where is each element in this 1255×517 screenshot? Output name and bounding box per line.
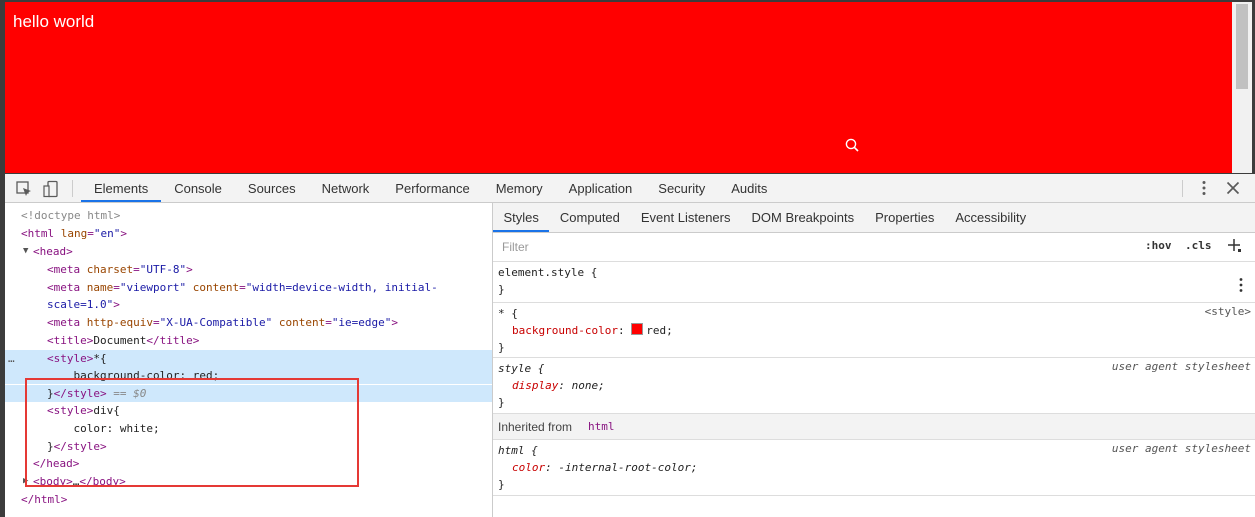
dom-gutter-ellipsis[interactable]: … xyxy=(8,350,15,367)
device-toolbar-icon[interactable] xyxy=(43,180,61,198)
inherited-node-link[interactable]: html xyxy=(588,414,615,440)
styles-subtabs: Styles Computed Event Listeners DOM Brea… xyxy=(493,203,1255,233)
tab-performance[interactable]: Performance xyxy=(382,174,482,202)
subtab-properties[interactable]: Properties xyxy=(865,203,945,232)
tab-audits[interactable]: Audits xyxy=(718,174,780,202)
hov-toggle[interactable]: :hov xyxy=(1145,239,1172,252)
devtools-tabs: Elements Console Sources Network Perform… xyxy=(81,174,780,203)
elements-dom-tree: <!doctype html> <html lang="en"> ▼ <head… xyxy=(5,203,493,517)
tab-sources[interactable]: Sources xyxy=(235,174,309,202)
rule-source-link[interactable]: <style> xyxy=(1205,305,1251,318)
page-hello-text: hello world xyxy=(13,12,95,31)
rule-selector[interactable]: style { xyxy=(498,360,544,377)
devtools-tabbar: Elements Console Sources Network Perform… xyxy=(5,174,1255,203)
inspect-element-icon[interactable] xyxy=(15,180,33,198)
styles-filter-input[interactable] xyxy=(496,236,1143,257)
dom-node-title[interactable]: <title>Document</title> xyxy=(5,332,492,349)
rule-source-ua: user agent stylesheet xyxy=(1111,442,1251,455)
page-scrollbar-thumb[interactable] xyxy=(1236,4,1248,89)
rule-kebab-icon[interactable] xyxy=(1239,277,1243,293)
kebab-menu-icon[interactable] xyxy=(1195,179,1213,197)
dom-node-doctype[interactable]: <!doctype html> xyxy=(5,207,492,224)
rule-declaration[interactable]: display: none; xyxy=(512,377,605,394)
highlight-annotation-box xyxy=(25,378,359,487)
dom-node-html[interactable]: <html lang="en"> xyxy=(5,225,492,242)
rule-style-ua: style { user agent stylesheet display: n… xyxy=(493,358,1255,414)
search-cursor-icon xyxy=(845,138,859,152)
tab-application[interactable]: Application xyxy=(556,174,646,202)
tab-network[interactable]: Network xyxy=(309,174,383,202)
dom-node-head[interactable]: ▼ <head> xyxy=(5,243,492,260)
styles-pane: Styles Computed Event Listeners DOM Brea… xyxy=(493,203,1255,517)
expand-arrow-icon[interactable]: ▼ xyxy=(23,243,28,260)
rule-close: } xyxy=(498,341,505,354)
dom-node-html-close[interactable]: </html> xyxy=(5,491,492,508)
rule-close: } xyxy=(498,396,505,409)
dom-node-style-selected[interactable]: … <style>*{ xyxy=(5,350,492,367)
page-viewport: hello world xyxy=(5,2,1252,173)
close-icon[interactable] xyxy=(1224,179,1242,197)
rule-declaration[interactable]: color: -internal-root-color; xyxy=(512,459,697,476)
rule-source-ua: user agent stylesheet xyxy=(1111,360,1251,373)
rule-html-ua: html { user agent stylesheet color: -int… xyxy=(493,440,1255,496)
dom-node-meta-charset[interactable]: <meta charset="UTF-8"> xyxy=(5,261,492,278)
new-style-rule-icon[interactable] xyxy=(1226,237,1242,253)
rule-selector[interactable]: element.style { xyxy=(498,264,597,281)
subtab-event-listeners[interactable]: Event Listeners xyxy=(630,203,741,232)
dom-node-meta-viewport[interactable]: <meta name="viewport" content="width=dev… xyxy=(5,279,492,296)
subtab-styles[interactable]: Styles xyxy=(493,203,550,232)
tab-console[interactable]: Console xyxy=(161,174,235,202)
tabbar-separator xyxy=(1182,180,1183,197)
devtools-panel: Elements Console Sources Network Perform… xyxy=(5,174,1255,517)
dom-node-meta-compat[interactable]: <meta http-equiv="X-UA-Compatible" conte… xyxy=(5,314,492,331)
tab-elements[interactable]: Elements xyxy=(81,174,162,202)
tabbar-separator xyxy=(72,180,73,197)
dom-node-meta-viewport-cont[interactable]: scale=1.0"> xyxy=(5,296,492,313)
rule-close: } xyxy=(498,283,505,296)
subtab-dom-breakpoints[interactable]: DOM Breakpoints xyxy=(741,203,865,232)
rule-selector[interactable]: * { xyxy=(498,305,518,322)
tab-memory[interactable]: Memory xyxy=(483,174,556,202)
rule-close: } xyxy=(498,478,505,491)
rule-universal: * { <style> background-color: red; } xyxy=(493,303,1255,358)
rule-declaration[interactable]: background-color: red; xyxy=(512,322,673,339)
rule-selector[interactable]: html { xyxy=(498,442,538,459)
subtab-computed[interactable]: Computed xyxy=(549,203,630,232)
rule-element-style: element.style { } xyxy=(493,262,1255,303)
cls-toggle[interactable]: .cls xyxy=(1185,239,1212,252)
color-swatch[interactable] xyxy=(631,323,644,335)
tab-security[interactable]: Security xyxy=(645,174,718,202)
subtab-accessibility[interactable]: Accessibility xyxy=(945,203,1037,232)
styles-filter-row: :hov .cls xyxy=(493,233,1255,262)
inherited-from-header: Inherited from html xyxy=(493,414,1255,440)
